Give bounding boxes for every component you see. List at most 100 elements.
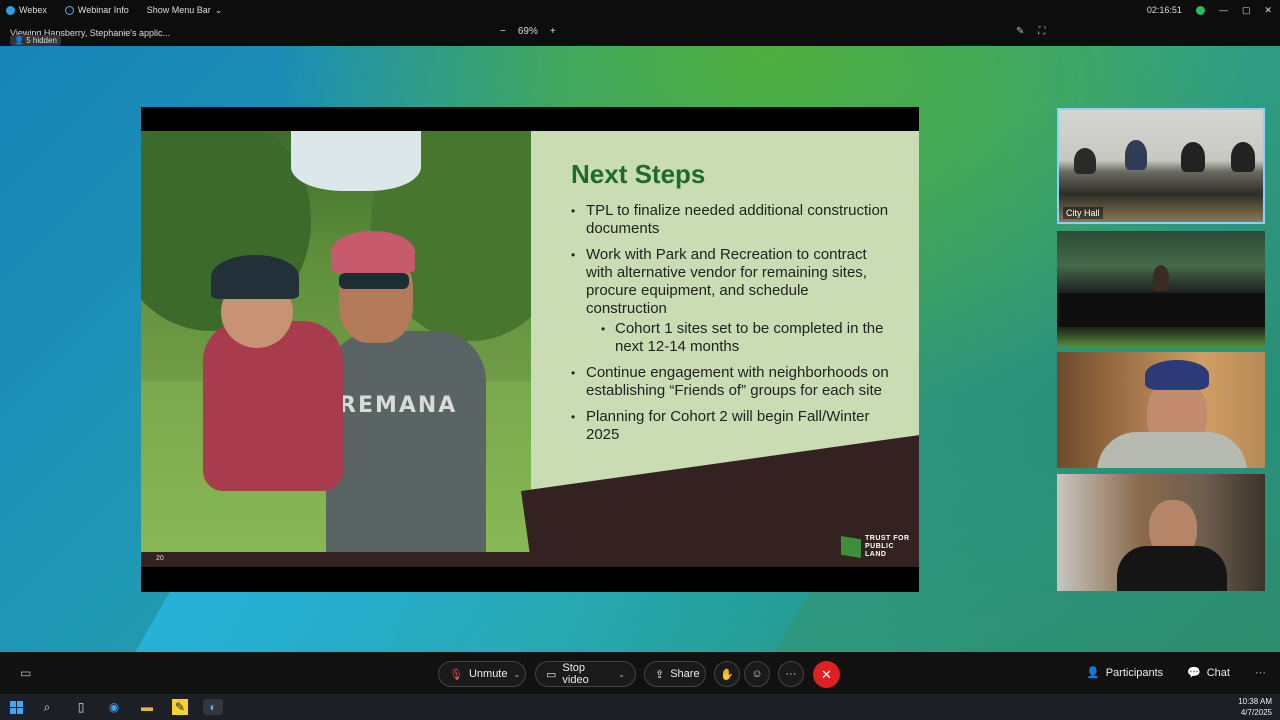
participant-figure — [1231, 142, 1255, 172]
share-info-strip: Viewing Hansberry, Stephanie's applic...… — [0, 20, 1280, 46]
slide-text: Next Steps TPL to finalize needed additi… — [571, 159, 891, 452]
chat-label: Chat — [1206, 666, 1230, 679]
adult-cap — [331, 231, 415, 273]
windows-start-icon[interactable] — [8, 699, 24, 715]
unmute-button[interactable]: 🎙 Unmute ⌄ — [438, 661, 526, 687]
zoom-in-button[interactable]: + — [550, 26, 556, 37]
child-hat — [211, 255, 299, 299]
sub-bullet-item: Cohort 1 sites set to be completed in th… — [571, 320, 891, 356]
chevron-down-icon: ⌄ — [214, 4, 223, 15]
clock-time: 10:38 AM — [1238, 697, 1272, 706]
layout-icon[interactable]: ▭ — [20, 666, 31, 680]
participant-body — [1097, 432, 1247, 468]
status-indicator-icon — [1195, 5, 1205, 15]
stop-video-label: Stop video — [562, 662, 589, 686]
tile-label: City Hall — [1063, 207, 1103, 219]
stop-video-button[interactable]: ▭ Stop video ⌄ — [535, 661, 636, 687]
zoom-level: 69% — [517, 26, 538, 37]
folder-icon[interactable]: ▬ — [139, 699, 155, 715]
hand-icon: ✋ — [720, 668, 734, 681]
edge-browser-icon[interactable]: ◉ — [106, 699, 122, 715]
annotate-icon[interactable]: ✎ — [1016, 26, 1024, 37]
clock-date: 4/7/2025 — [1240, 708, 1272, 717]
hidden-participants-badge[interactable]: 👤 5 hidden — [10, 35, 61, 46]
meeting-timer: 02:16:51 — [1146, 5, 1182, 15]
video-tile-city-hall[interactable]: City Hall — [1057, 108, 1265, 224]
participant-figure — [1125, 140, 1147, 170]
windows-logo-icon — [9, 700, 23, 714]
close-icon[interactable]: ✕ — [1264, 5, 1272, 16]
app-name: Webex — [19, 5, 47, 15]
muted-mic-icon: 🎙 — [449, 668, 463, 681]
bullet-item: TPL to finalize needed additional constr… — [571, 202, 891, 238]
bullet-item: Continue engagement with neighborhoods o… — [571, 364, 891, 400]
more-icon: ··· — [785, 668, 797, 680]
chat-button[interactable]: 💬 Chat — [1187, 666, 1230, 680]
participant-figure — [1181, 142, 1205, 172]
shirt-print: REMANA — [339, 393, 458, 418]
search-icon[interactable]: ⌕ — [39, 699, 55, 715]
raise-hand-button[interactable]: ✋ — [714, 661, 740, 687]
minimize-icon[interactable]: — — [1219, 5, 1228, 15]
system-clock[interactable]: 10:38 AM 4/7/2025 — [1238, 696, 1272, 718]
zoom-out-button[interactable]: − — [500, 26, 506, 37]
webex-taskbar-icon[interactable]: ◐ — [203, 699, 223, 715]
share-button[interactable]: ⇪ Share — [644, 661, 706, 687]
participants-button[interactable]: 👤 Participants — [1086, 666, 1164, 680]
more-icon: ⋯ — [1255, 667, 1266, 679]
show-menu-bar-button[interactable]: Show Menu Bar ⌄ — [147, 5, 223, 16]
shared-slide: REMANA 20 Next Steps TPL to finalize nee… — [141, 107, 919, 592]
logo-line: TRUST FOR — [865, 535, 910, 542]
slide-content: REMANA 20 Next Steps TPL to finalize nee… — [141, 131, 919, 567]
close-icon: ✕ — [821, 666, 832, 682]
participant-cap — [1145, 360, 1209, 390]
maximize-icon[interactable]: ▢ — [1242, 5, 1251, 16]
bullet-list: TPL to finalize needed additional constr… — [571, 202, 891, 444]
video-tile-participant[interactable] — [1057, 474, 1265, 591]
more-panels-button[interactable]: ⋯ — [1255, 666, 1266, 679]
sunglasses — [339, 273, 409, 289]
webinar-info-menu[interactable]: Webinar Info — [64, 5, 129, 15]
webex-menu[interactable]: Webex — [6, 5, 47, 15]
globe-icon — [64, 5, 74, 15]
sticky-notes-icon[interactable]: ✎ — [172, 699, 188, 715]
trust-for-public-land-logo: TRUST FOR PUBLIC LAND — [841, 535, 910, 559]
participants-icon: 👤 — [1086, 667, 1100, 679]
slide-photo: REMANA — [141, 131, 531, 552]
child-figure — [203, 321, 343, 491]
participants-label: Participants — [1105, 666, 1164, 679]
slide-page-number: 20 — [156, 555, 164, 562]
video-tile-chamber[interactable] — [1057, 231, 1265, 347]
dais-table — [1057, 293, 1265, 327]
participant-figure — [1153, 265, 1169, 291]
bullet-item: Work with Park and Recreation to contrac… — [571, 246, 891, 318]
strip-icons: ✎ ⛶ — [1016, 26, 1045, 37]
unmute-label: Unmute — [468, 668, 508, 680]
file-icon[interactable]: ▯ — [73, 699, 89, 715]
camera-icon: ▭ — [546, 668, 557, 681]
fullscreen-icon[interactable]: ⛶ — [1038, 26, 1045, 37]
video-tile-participant[interactable] — [1057, 352, 1265, 468]
person-icon: 👤 — [14, 36, 24, 45]
adult-figure — [326, 331, 486, 552]
smiley-icon: ☺ — [751, 668, 763, 680]
reactions-button[interactable]: ☺ — [744, 661, 770, 687]
tpl-logo-icon — [841, 536, 861, 558]
participant-figure — [1074, 148, 1096, 174]
share-label: Share — [670, 668, 700, 680]
slide-title: Next Steps — [571, 159, 706, 189]
sky-patch — [291, 131, 421, 191]
zoom-controls: − 69% + — [500, 26, 556, 37]
webex-logo-icon — [6, 5, 15, 15]
more-options-button[interactable]: ··· — [778, 661, 804, 687]
logo-text: TRUST FOR PUBLIC LAND — [865, 535, 910, 559]
hidden-count: 5 hidden — [26, 36, 57, 45]
webinar-info-label: Webinar Info — [77, 5, 129, 15]
meeting-controls: ▭ 🎙 Unmute ⌄ ▭ Stop video ⌄ ⇪ Share ✋ ☺ … — [0, 652, 1280, 694]
logo-line: PUBLIC — [865, 543, 895, 550]
slide-footer — [141, 552, 919, 567]
show-menu-label: Show Menu Bar — [146, 5, 211, 15]
chevron-down-icon: ⌄ — [513, 669, 521, 679]
leave-meeting-button[interactable]: ✕ — [813, 661, 840, 688]
windows-taskbar: ⌕ ▯ ◉ ▬ ✎ ◐ 10:38 AM 4/7/2025 — [0, 694, 1280, 720]
